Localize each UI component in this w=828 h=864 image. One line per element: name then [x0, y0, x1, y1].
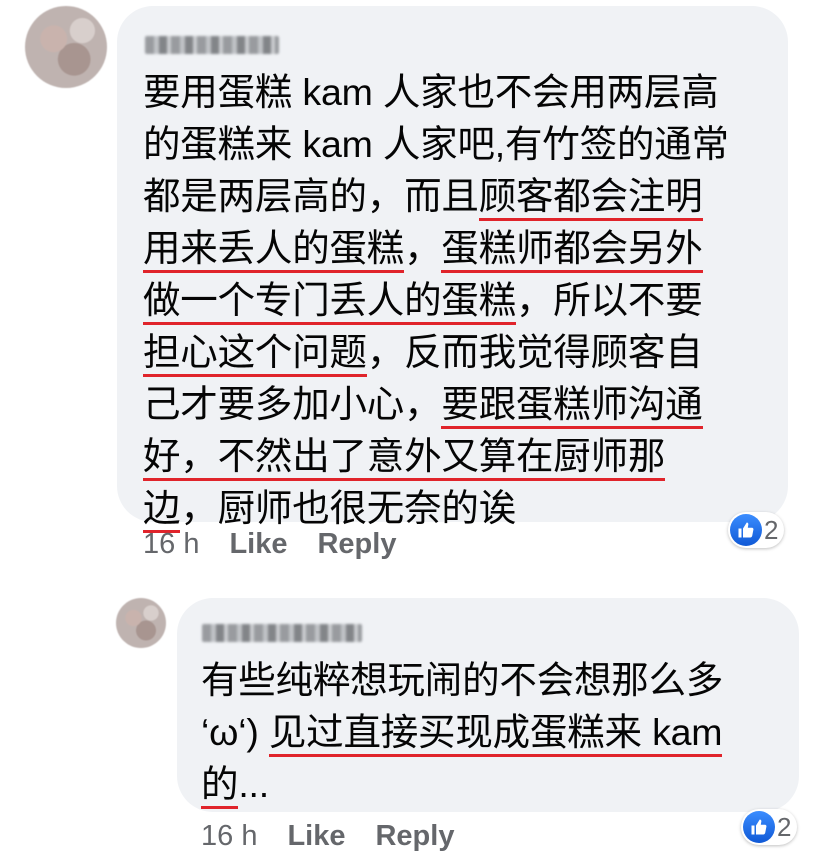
text-segment: 都是两层高的，而且	[143, 175, 479, 217]
text-line: 的...	[201, 763, 269, 809]
text-segment: ，	[404, 227, 442, 269]
text-line: 担心这个问题，反而我觉得顾客自	[143, 331, 703, 377]
commenter-name-blurred[interactable]	[145, 36, 279, 54]
text-line: 用来丢人的蛋糕，蛋糕师都会另外	[143, 227, 703, 273]
text-segment: 有些纯粹想玩闹的不会想那么多	[201, 659, 724, 701]
reply-timestamp[interactable]: 16 h	[201, 820, 257, 853]
underlined-text: 要跟蛋糕师沟通	[441, 383, 703, 429]
like-thumb-icon	[743, 811, 775, 843]
text-segment: ，厨师也很无奈的诶	[180, 487, 517, 529]
underlined-text: 担心这个问题	[143, 331, 367, 377]
underlined-text: 见过直接买现成蛋糕来 kam	[268, 711, 723, 757]
reaction-count: 2	[777, 811, 792, 842]
text-segment: 己才要多加小心，	[143, 383, 442, 425]
text-segment: ，反而我觉得顾客自	[366, 331, 703, 373]
text-line: 都是两层高的，而且顾客都会注明	[143, 175, 703, 221]
text-line: 做一个专门丢人的蛋糕，所以不要	[143, 279, 703, 325]
text-line: 己才要多加小心，要跟蛋糕师沟通	[143, 383, 703, 429]
reply-actions: 16 h Like Reply	[201, 820, 454, 853]
reaction-summary[interactable]: 2	[741, 809, 798, 845]
reply-text: 有些纯粹想玩闹的不会想那么多 ‘ω‘) 见过直接买现成蛋糕来 kam 的...	[201, 654, 791, 810]
like-thumb-icon	[730, 514, 762, 546]
underlined-text: 蛋糕师都会另外	[441, 227, 703, 273]
underlined-text: 做一个专门丢人的蛋糕	[143, 279, 516, 325]
text-segment: ，所以不要	[516, 279, 703, 321]
reply-button[interactable]: Reply	[317, 528, 396, 561]
reaction-summary[interactable]: 2	[728, 512, 785, 548]
underlined-text: 边	[143, 487, 181, 533]
reply-button[interactable]: Reply	[375, 820, 454, 853]
reply-commenter-avatar[interactable]	[116, 598, 166, 648]
text-segment: ‘ω‘)	[201, 711, 269, 753]
text-line: 好，不然出了意外又算在厨师那	[143, 435, 665, 481]
text-line: 要用蛋糕 kam 人家也不会用两层高	[143, 71, 719, 113]
like-button[interactable]: Like	[229, 528, 287, 561]
text-line: ‘ω‘) 见过直接买现成蛋糕来 kam	[201, 711, 723, 757]
reply-commenter-name-blurred[interactable]	[202, 624, 362, 642]
underlined-text: 顾客都会注明	[478, 175, 703, 221]
comment-text: 要用蛋糕 kam 人家也不会用两层高 的蛋糕来 kam 人家吧,有竹签的通常 都是两…	[143, 66, 773, 534]
reaction-count: 2	[764, 514, 779, 545]
text-segment: 的蛋糕来 kam 人家吧,有竹签的通常	[143, 123, 729, 165]
text-segment: 要用蛋糕 kam 人家也不会用两层高	[143, 71, 719, 113]
commenter-avatar[interactable]	[25, 6, 107, 88]
comment-timestamp[interactable]: 16 h	[143, 528, 199, 561]
text-line: 的蛋糕来 kam 人家吧,有竹签的通常	[143, 123, 729, 165]
text-segment: ...	[238, 763, 269, 805]
text-line: 边，厨师也很无奈的诶	[143, 487, 516, 533]
comment-actions: 16 h Like Reply	[143, 528, 396, 561]
underlined-text: 用来丢人的蛋糕	[143, 227, 404, 273]
underlined-text: 好，不然出了意外又算在厨师那	[143, 435, 665, 481]
like-button[interactable]: Like	[287, 820, 345, 853]
underlined-text: 的	[201, 763, 239, 809]
text-line: 有些纯粹想玩闹的不会想那么多	[201, 659, 723, 701]
